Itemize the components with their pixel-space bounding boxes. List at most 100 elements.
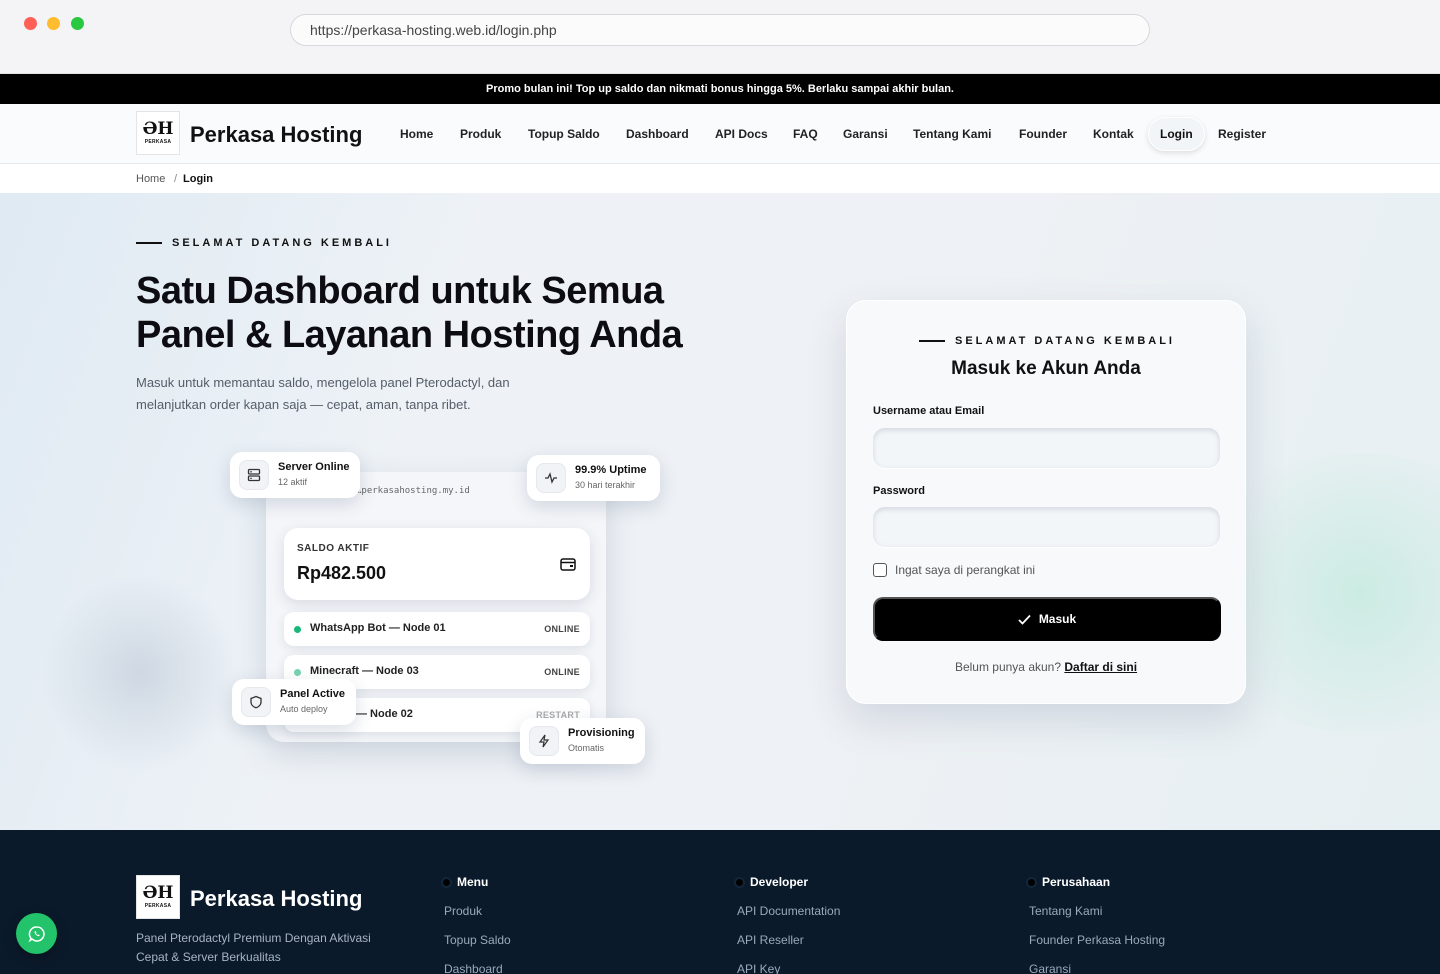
status-dot [294,626,301,633]
server-status: ONLINE [544,624,580,634]
float-uptime: 99.9% Uptime 30 hari terakhir [527,455,660,501]
decorative-blob [40,573,240,773]
float-subtitle: Auto deploy [280,704,328,714]
footer-link-produk[interactable]: Produk [444,904,482,918]
footer-logo[interactable]: ƏH PERKASA [136,875,180,919]
nav-founder[interactable]: Founder [1019,104,1067,164]
nav-home[interactable]: Home [400,104,433,164]
footer-link-api-documentation[interactable]: API Documentation [737,904,840,918]
float-title: Server Online [278,461,350,473]
lightning-icon [529,726,559,756]
password-label: Password [873,485,925,497]
footer-description: Panel Pterodactyl Premium Dengan Aktivas… [136,931,371,964]
footer-link-founder[interactable]: Founder Perkasa Hosting [1029,933,1165,947]
float-panel-active: Panel Active Auto deploy [232,679,356,725]
float-subtitle: 12 aktif [278,477,308,487]
username-label: Username atau Email [873,405,985,417]
breadcrumb-home[interactable]: Home [136,173,165,185]
login-eyebrow: SELAMAT DATANG KEMBALI [955,335,1175,347]
maximize-window-dot[interactable] [71,17,84,30]
password-input[interactable] [873,507,1220,547]
logo-sub: PERKASA [144,139,172,145]
register-link[interactable]: Daftar di sini [1064,660,1137,674]
page: Promo bulan ini! Top up saldo dan nikmat… [0,74,1440,974]
nav-api-docs[interactable]: API Docs [715,104,768,164]
float-subtitle: 30 hari terakhir [575,480,636,490]
logo-mark: ƏH [142,119,174,139]
mockup-url: …perkasahosting.my.id [356,486,470,496]
status-dot [294,669,301,676]
navbar: ƏH PERKASA Perkasa Hosting Home Produk T… [0,104,1440,164]
nav-login[interactable]: Login [1148,117,1205,151]
server-row: WhatsApp Bot — Node 01 ONLINE [284,612,590,646]
footer-link-tentang-kami[interactable]: Tentang Kami [1029,904,1102,918]
remember-checkbox[interactable] [873,563,887,577]
breadcrumb-separator: / [174,173,178,185]
footer-heading-menu: Menu [457,875,489,889]
remember-label[interactable]: Ingat saya di perangkat ini [895,563,1035,577]
footer: ƏH PERKASA Perkasa Hosting Panel Pteroda… [0,830,1440,974]
footer-heading-dot [1028,879,1035,886]
breadcrumb: Home / Login [0,164,1440,193]
whatsapp-icon [27,925,45,942]
nav-topup-saldo[interactable]: Topup Saldo [528,104,600,164]
server-name: — Node 02 [356,708,413,720]
footer-link-garansi[interactable]: Garansi [1029,962,1071,974]
saldo-value: Rp482.500 [297,563,387,583]
saldo-label: SALDO AKTIF [297,543,370,554]
float-subtitle: Otomatis [568,743,605,753]
footer-heading-perusahaan: Perusahaan [1042,875,1111,889]
footer-brand-name: Perkasa Hosting [190,886,363,911]
register-prompt: Belum punya akun? Daftar di sini [846,660,1246,674]
nav-faq[interactable]: FAQ [793,104,818,164]
hero-description: Masuk untuk memantau saldo, mengelola pa… [136,375,510,412]
server-name: Minecraft — Node 03 [310,665,419,677]
footer-heading-developer: Developer [750,875,809,889]
float-title: 99.9% Uptime [575,464,647,476]
whatsapp-float-button[interactable] [16,913,57,954]
nav-register[interactable]: Register [1218,104,1266,164]
activity-icon [536,463,566,493]
nav-tentang-kami[interactable]: Tentang Kami [913,104,991,164]
login-submit-label: Masuk [1038,612,1077,626]
address-bar[interactable]: https://perkasa-hosting.web.id/login.php [290,14,1150,46]
hero-eyebrow: SELAMAT DATANG KEMBALI [172,237,392,249]
float-provisioning: Provisioning Otomatis [520,718,645,764]
hero-title: Satu Dashboard untuk Semua Panel & Layan… [136,270,683,356]
footer-link-topup[interactable]: Topup Saldo [444,933,511,947]
brand-logo[interactable]: ƏH PERKASA [136,111,180,155]
logo-sub: PERKASA [144,903,172,909]
server-status: ONLINE [544,667,580,677]
footer-link-api-reseller[interactable]: API Reseller [737,933,804,947]
breadcrumb-current: Login [183,173,213,185]
login-card: SELAMAT DATANG KEMBALI Masuk ke Akun And… [846,300,1246,704]
promo-bar: Promo bulan ini! Top up saldo dan nikmat… [0,74,1440,104]
nav-kontak[interactable]: Kontak [1093,104,1134,164]
minimize-window-dot[interactable] [47,17,60,30]
nav-dashboard[interactable]: Dashboard [626,104,689,164]
saldo-card: SALDO AKTIF Rp482.500 [284,528,590,600]
server-name: WhatsApp Bot — Node 01 [310,622,446,634]
close-window-dot[interactable] [24,17,37,30]
login-submit-button[interactable]: Masuk [873,597,1221,641]
username-input[interactable] [873,428,1220,468]
browser-chrome: https://perkasa-hosting.web.id/login.php [0,0,1440,74]
footer-link-api-key[interactable]: API Key [737,962,780,974]
eyebrow-line [136,242,162,244]
float-title: Provisioning [568,727,635,739]
footer-link-dashboard[interactable]: Dashboard [444,962,503,974]
nav-garansi[interactable]: Garansi [843,104,888,164]
float-title: Panel Active [280,688,346,700]
wallet-icon [560,558,576,571]
eyebrow-line [919,340,945,342]
server-icon [239,460,269,490]
logo-mark: ƏH [142,883,174,903]
footer-heading-dot [736,879,743,886]
brand-name[interactable]: Perkasa Hosting [190,122,362,148]
nav-produk[interactable]: Produk [460,104,501,164]
hero-section: SELAMAT DATANG KEMBALI Satu Dashboard un… [0,193,1440,830]
register-prompt-text: Belum punya akun? [954,660,1062,674]
float-server-online: Server Online 12 aktif [230,452,360,498]
login-title: Masuk ke Akun Anda [951,358,1141,379]
shield-icon [241,687,271,717]
